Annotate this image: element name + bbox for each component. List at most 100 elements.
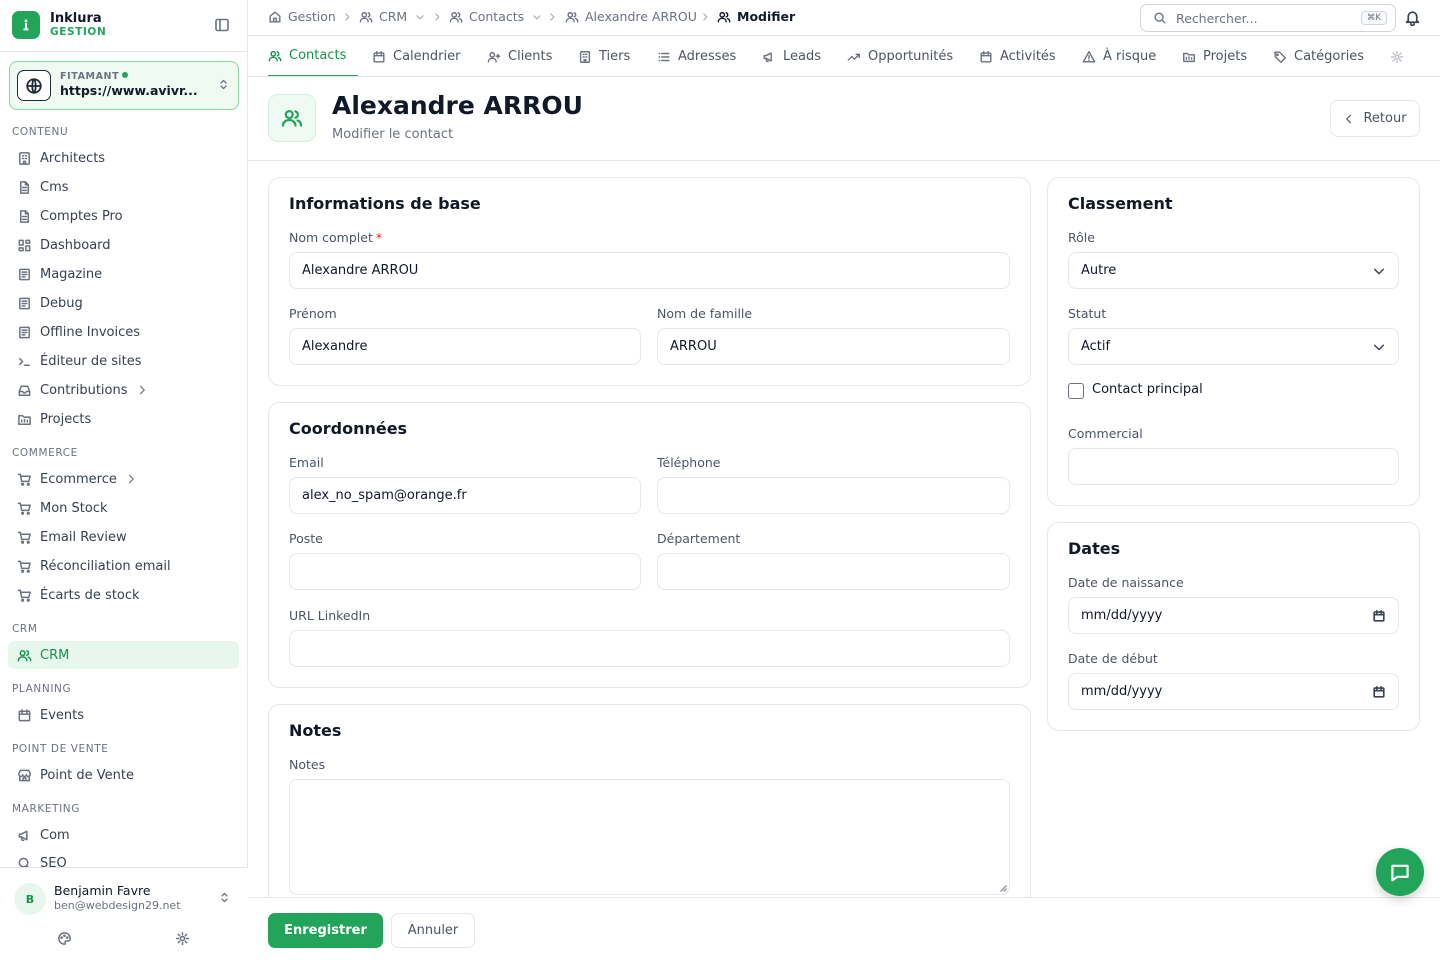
shortcut-badge: ⌘K — [1360, 11, 1387, 25]
sidebar-item-reconciliation-email[interactable]: Réconciliation email — [8, 552, 239, 580]
calendar-icon[interactable] — [1372, 685, 1386, 699]
breadcrumb-label: Gestion — [288, 9, 336, 24]
status-label: Statut — [1068, 306, 1107, 321]
user-menu[interactable]: B Benjamin Favre ben@webdesign29.net — [0, 867, 248, 960]
bell-icon[interactable] — [1404, 9, 1421, 26]
breadcrumb-gestion[interactable]: Gestion — [268, 9, 336, 24]
last-name-input[interactable] — [657, 328, 1010, 365]
sidebar-item-debug[interactable]: Debug — [8, 289, 239, 317]
email-field[interactable] — [289, 477, 641, 514]
tab-contacts[interactable]: Contacts — [268, 36, 359, 76]
sidebar-item-seo[interactable]: SEO — [8, 850, 239, 867]
chat-button[interactable] — [1376, 848, 1424, 896]
sidebar-item-events[interactable]: Events — [8, 701, 239, 729]
breadcrumb-contact[interactable]: Alexandre ARROU — [565, 9, 697, 24]
calendar-icon[interactable] — [1372, 609, 1386, 623]
tab-calendrier[interactable]: Calendrier — [372, 36, 460, 76]
newspaper-icon — [19, 297, 30, 309]
page-title: Alexandre ARROU — [332, 91, 583, 120]
phone-field[interactable] — [657, 477, 1010, 514]
card-dates: Dates Date de naissance mm/dd/yyyy Date … — [1047, 522, 1420, 731]
tab-leads[interactable]: Leads — [762, 36, 821, 76]
tab-projets[interactable]: Projets — [1182, 36, 1247, 76]
sidebar-item-ecommerce[interactable]: Ecommerce — [8, 465, 239, 493]
nav-section-contenu: CONTENU — [12, 126, 69, 138]
birth-date-input[interactable]: mm/dd/yyyy — [1068, 597, 1399, 634]
sidebar-item-label: Com — [40, 827, 70, 843]
users-icon — [268, 94, 316, 142]
tab-activites[interactable]: Activités — [979, 36, 1056, 76]
contact-principal-checkbox[interactable] — [1068, 383, 1084, 399]
sidebar-item-contributions[interactable]: Contributions — [8, 376, 239, 404]
sidebar-item-mon-stock[interactable]: Mon Stock — [8, 494, 239, 522]
sidebar-item-cms[interactable]: Cms — [8, 173, 239, 201]
breadcrumb-label: CRM — [379, 9, 408, 24]
save-button[interactable]: Enregistrer — [268, 913, 383, 948]
breadcrumb-contacts[interactable]: Contacts — [449, 9, 542, 24]
tab-tiers[interactable]: Tiers — [578, 36, 630, 76]
tab-clients[interactable]: Clients — [487, 36, 552, 76]
sidebar-item-label: Offline Invoices — [40, 324, 141, 340]
sidebar-item-label: Email Review — [40, 529, 127, 545]
sidebar-item-offline-invoices[interactable]: Offline Invoices — [8, 318, 239, 346]
sidebar-item-label: CRM — [40, 647, 70, 663]
phone-label: Téléphone — [657, 455, 721, 470]
tab-categories[interactable]: Catégories — [1273, 36, 1364, 76]
card-classement: Classement Rôle Autre Statut Actif Conta… — [1047, 177, 1420, 506]
search-input[interactable]: Rechercher... ⌘K — [1140, 4, 1396, 32]
required-mark: * — [375, 230, 383, 245]
card-base-info: Informations de base Nom complet* Prénom… — [268, 177, 1031, 386]
notes-textarea[interactable] — [289, 779, 1010, 895]
breadcrumb-label: Modifier — [737, 9, 796, 24]
start-date-input[interactable]: mm/dd/yyyy — [1068, 673, 1399, 710]
sidebar-item-projects[interactable]: Projects — [8, 405, 239, 433]
resize-handle-icon[interactable] — [999, 884, 1007, 892]
tab-a-risque[interactable]: À risque — [1082, 36, 1156, 76]
status-select[interactable]: Actif — [1068, 328, 1399, 365]
sidebar-item-point-de-vente[interactable]: Point de Vente — [8, 761, 239, 789]
role-select[interactable]: Autre — [1068, 252, 1399, 289]
search-icon — [1154, 12, 1166, 24]
sidebar-item-email-review[interactable]: Email Review — [8, 523, 239, 551]
palette-icon[interactable] — [57, 931, 72, 946]
back-button[interactable]: Retour — [1330, 100, 1420, 137]
users-icon — [359, 11, 373, 23]
brand-logo-icon — [12, 11, 40, 39]
brand[interactable]: Inklura GESTION — [12, 11, 236, 41]
first-name-input[interactable] — [289, 328, 641, 365]
card-title: Informations de base — [289, 194, 481, 213]
start-date-label: Date de début — [1068, 651, 1158, 666]
tag-icon — [1274, 50, 1286, 63]
last-name-label: Nom de famille — [657, 306, 753, 321]
sidebar-item-comptes-pro[interactable]: Comptes Pro — [8, 202, 239, 230]
chevron-up-down-icon[interactable] — [218, 891, 231, 904]
site-switcher[interactable]: FITAMANT https://www.avivr... — [9, 61, 239, 110]
breadcrumb-crm[interactable]: CRM — [359, 9, 425, 24]
gear-icon[interactable] — [175, 931, 190, 946]
contact-principal-label[interactable]: Contact principal — [1092, 382, 1203, 397]
sidebar-item-magazine[interactable]: Magazine — [8, 260, 239, 288]
tab-overflow[interactable] — [1390, 36, 1411, 76]
cancel-button[interactable]: Annuler — [391, 913, 475, 948]
chevron-right-icon — [435, 13, 440, 21]
notes-label: Notes — [289, 757, 326, 772]
sidebar-item-label: Ecommerce — [40, 471, 117, 487]
commercial-select[interactable] — [1068, 448, 1399, 485]
sidebar-item-com[interactable]: Com — [8, 821, 239, 849]
departement-field[interactable] — [657, 553, 1010, 590]
sidebar-item-editeur-de-sites[interactable]: Éditeur de sites — [8, 347, 239, 375]
full-name-input[interactable] — [289, 252, 1010, 289]
sidebar-toggle-icon[interactable] — [212, 15, 232, 35]
user-name: Benjamin Favre — [54, 883, 151, 898]
tab-opportunites[interactable]: Opportunités — [847, 36, 953, 76]
sidebar-item-ecarts-de-stock[interactable]: Écarts de stock — [8, 581, 239, 609]
linkedin-field[interactable] — [289, 630, 1010, 667]
chevron-right-icon — [345, 13, 350, 21]
poste-field[interactable] — [289, 553, 641, 590]
sidebar-item-dashboard[interactable]: Dashboard — [8, 231, 239, 259]
sidebar-item-architects[interactable]: Architects — [8, 144, 239, 172]
tab-adresses[interactable]: Adresses — [657, 36, 736, 76]
sidebar-item-crm[interactable]: CRM — [8, 641, 239, 669]
status-value: Actif — [1081, 339, 1111, 354]
sidebar-item-label: Events — [40, 707, 85, 723]
